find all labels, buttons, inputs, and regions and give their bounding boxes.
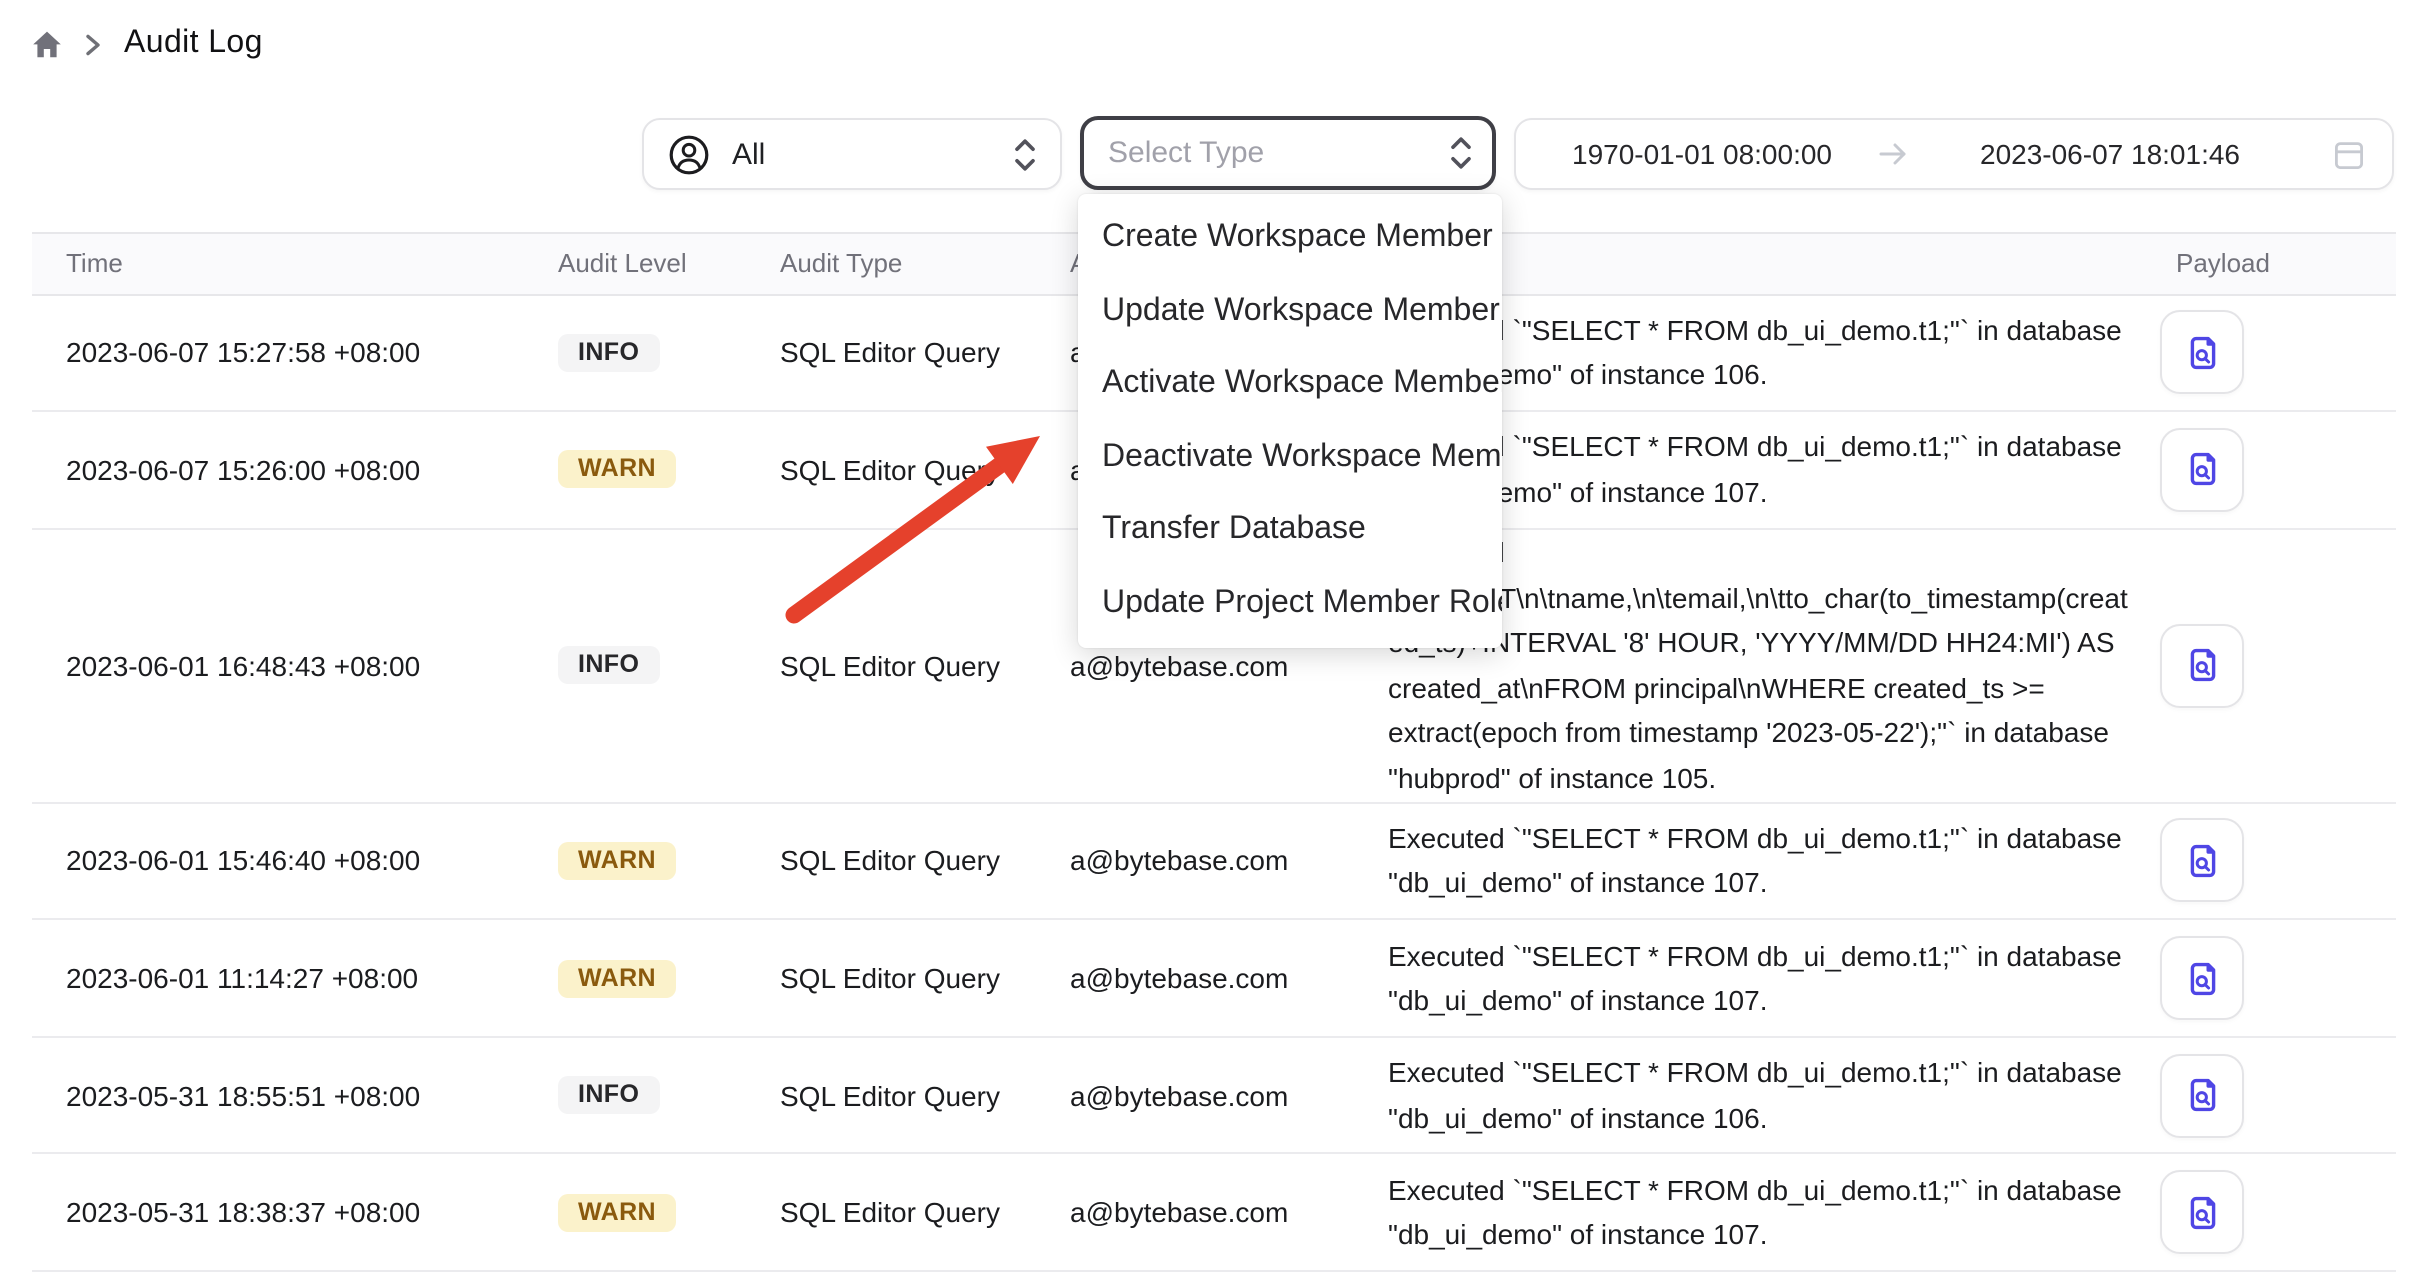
cell-time: 2023-06-01 15:46:40 +08:00 xyxy=(31,845,558,877)
cell-comment: Executed `"SELECT * FROM db_ui_demo.t1;"… xyxy=(1388,1050,2160,1140)
cell-payload xyxy=(2160,428,2395,512)
document-search-icon xyxy=(2183,842,2221,880)
cell-audit-level: WARN xyxy=(558,842,780,880)
cell-audit-level: WARN xyxy=(558,959,780,997)
audit-level-badge: WARN xyxy=(558,451,676,489)
payload-view-button[interactable] xyxy=(2160,936,2244,1020)
cell-comment: Executed `"SELECT\n\tname,\n\temail,\n\t… xyxy=(1388,530,2160,800)
payload-view-button[interactable] xyxy=(2160,311,2244,395)
cell-audit-type: SQL Editor Query xyxy=(780,1079,1070,1111)
breadcrumb: Audit Log xyxy=(32,26,263,62)
cell-time: 2023-06-07 15:26:00 +08:00 xyxy=(31,454,558,486)
cell-audit-level: INFO xyxy=(558,334,780,372)
column-header-time: Time xyxy=(31,249,558,279)
cell-comment: Executed `"SELECT * FROM db_ui_demo.t1;"… xyxy=(1388,425,2160,515)
cell-time: 2023-06-01 11:14:27 +08:00 xyxy=(31,962,558,994)
date-range-end[interactable]: 2023-06-07 18:01:46 xyxy=(1980,138,2240,170)
actor-filter-value: All xyxy=(732,137,1014,171)
audit-level-badge: INFO xyxy=(558,334,659,372)
audit-log-row: 2023-06-01 11:14:27 +08:00WARN SQL Editor… xyxy=(31,921,2395,1038)
type-dropdown-option[interactable]: Activate Workspace Member xyxy=(1078,348,1502,421)
type-dropdown-option[interactable]: Transfer Database xyxy=(1078,494,1502,567)
cell-comment: Executed `"SELECT * FROM db_ui_demo.t1;"… xyxy=(1388,308,2160,398)
cell-audit-type: SQL Editor Query xyxy=(780,1197,1070,1229)
audit-level-badge: INFO xyxy=(558,646,659,684)
cell-audit-level: WARN xyxy=(558,451,780,489)
cell-actor: a@bytebase.com xyxy=(1070,1079,1388,1111)
cell-audit-level: INFO xyxy=(558,646,780,684)
cell-audit-type: SQL Editor Query xyxy=(780,454,1070,486)
cell-time: 2023-06-07 15:27:58 +08:00 xyxy=(31,337,558,369)
audit-level-badge: INFO xyxy=(558,1076,659,1114)
audit-log-row: 2023-05-31 18:38:37 +08:00WARN SQL Editor… xyxy=(31,1155,2395,1272)
document-search-icon xyxy=(2183,1194,2221,1232)
type-filter-placeholder: Select Type xyxy=(1108,136,1450,170)
type-dropdown-option[interactable]: Deactivate Workspace Member xyxy=(1078,421,1502,494)
type-filter-select[interactable]: Select Type xyxy=(1080,116,1496,190)
audit-level-badge: WARN xyxy=(558,1194,676,1232)
document-search-icon xyxy=(2183,1076,2221,1114)
cell-actor: a@bytebase.com xyxy=(1070,649,1388,681)
cell-comment: Executed `"SELECT * FROM db_ui_demo.t1;"… xyxy=(1388,933,2160,1023)
cell-audit-type: SQL Editor Query xyxy=(780,845,1070,877)
column-header-comment: Comment xyxy=(1388,249,2160,279)
column-header-audit-type: Audit Type xyxy=(780,249,1070,279)
arrow-right-icon xyxy=(1878,140,1908,168)
cell-actor: a@bytebase.com xyxy=(1070,1197,1388,1229)
cell-audit-type: SQL Editor Query xyxy=(780,962,1070,994)
audit-log-row: 2023-06-01 15:46:40 +08:00WARN SQL Editor… xyxy=(31,803,2395,920)
document-search-icon xyxy=(2183,451,2221,489)
home-icon[interactable] xyxy=(32,29,62,59)
cell-time: 2023-05-31 18:55:51 +08:00 xyxy=(31,1079,558,1111)
column-header-payload: Payload xyxy=(2160,249,2395,279)
cell-time: 2023-05-31 18:38:37 +08:00 xyxy=(31,1197,558,1229)
cell-comment: Executed `"SELECT * FROM db_ui_demo.t1;"… xyxy=(1388,816,2160,906)
cell-payload xyxy=(2160,623,2395,707)
cell-audit-level: WARN xyxy=(558,1194,780,1232)
cell-time: 2023-06-01 16:48:43 +08:00 xyxy=(31,649,558,681)
payload-view-button[interactable] xyxy=(2160,819,2244,903)
person-circle-icon xyxy=(668,133,710,175)
cell-audit-type: SQL Editor Query xyxy=(780,337,1070,369)
audit-log-page: Audit Log All Select Type xyxy=(0,0,2410,1268)
cell-payload xyxy=(2160,311,2395,395)
payload-view-button[interactable] xyxy=(2160,1171,2244,1255)
cell-actor: a@bytebase.com xyxy=(1070,962,1388,994)
document-search-icon xyxy=(2183,959,2221,997)
date-range-picker[interactable]: 1970-01-01 08:00:00 2023-06-07 18:01:46 xyxy=(1514,118,2394,190)
cell-payload xyxy=(2160,819,2395,903)
payload-view-button[interactable] xyxy=(2160,623,2244,707)
up-down-chevrons-icon xyxy=(1450,136,1472,170)
date-range-start[interactable]: 1970-01-01 08:00:00 xyxy=(1572,138,1832,170)
document-search-icon xyxy=(2183,646,2221,684)
up-down-chevrons-icon xyxy=(1014,137,1036,171)
audit-log-row: 2023-05-31 18:55:51 +08:00INFO SQL Editor… xyxy=(31,1038,2395,1155)
type-dropdown-option[interactable]: Update Project Member Role xyxy=(1078,567,1502,640)
audit-level-badge: WARN xyxy=(558,959,676,997)
cell-audit-type: SQL Editor Query xyxy=(780,649,1070,681)
column-header-audit-level: Audit Level xyxy=(558,249,780,279)
page-title: Audit Log xyxy=(124,26,263,62)
cell-payload xyxy=(2160,936,2395,1020)
type-dropdown-option[interactable]: Create Workspace Member xyxy=(1078,202,1502,275)
calendar-icon xyxy=(2334,139,2364,169)
cell-actor: a@bytebase.com xyxy=(1070,845,1388,877)
chevron-right-icon xyxy=(84,33,102,55)
type-dropdown-option[interactable]: Update Workspace Member xyxy=(1078,275,1502,348)
cell-payload xyxy=(2160,1053,2395,1137)
payload-view-button[interactable] xyxy=(2160,428,2244,512)
type-filter-dropdown: Create Workspace MemberUpdate Workspace … xyxy=(1078,194,1502,648)
actor-filter-select[interactable]: All xyxy=(642,118,1062,190)
audit-level-badge: WARN xyxy=(558,842,676,880)
payload-view-button[interactable] xyxy=(2160,1053,2244,1137)
document-search-icon xyxy=(2183,334,2221,372)
cell-comment: Executed `"SELECT * FROM db_ui_demo.t1;"… xyxy=(1388,1168,2160,1258)
cell-payload xyxy=(2160,1171,2395,1255)
cell-audit-level: INFO xyxy=(558,1076,780,1114)
